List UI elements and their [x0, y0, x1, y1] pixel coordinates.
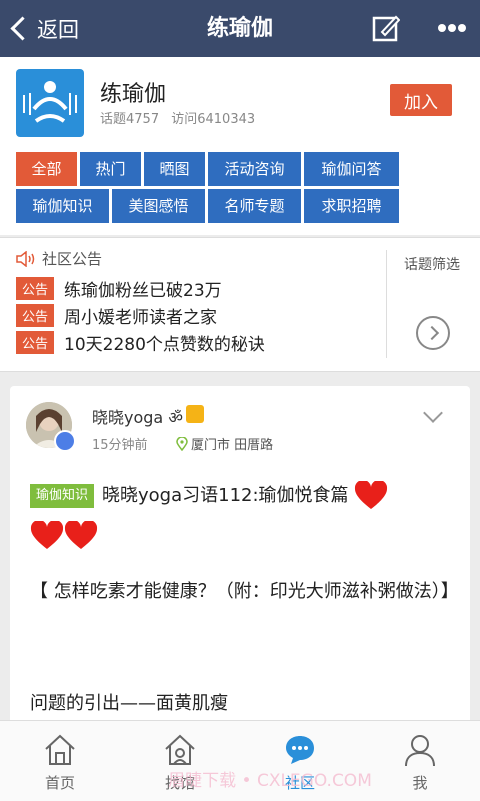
heart-icon — [30, 521, 64, 549]
tab-insights[interactable]: 美图感悟 — [112, 189, 205, 223]
location-text: 厦门市 田厝路 — [191, 438, 274, 453]
heart-icon — [64, 521, 98, 549]
notice-badge: 公告 — [16, 304, 55, 327]
notice-badge: 公告 — [16, 277, 55, 300]
back-button[interactable]: 返回 — [8, 0, 79, 57]
speaker-icon — [16, 250, 35, 267]
back-label: 返回 — [37, 17, 79, 42]
post-body-line: 问题的引出——面黄肌瘦 — [30, 693, 228, 714]
notice-text: 练瑜伽粉丝已破23万 — [64, 281, 222, 301]
community-notice: 社区公告 公告 练瑜伽粉丝已破23万 公告 周小媛老师读者之家 公告 10天22… — [0, 237, 480, 372]
user-badge-icon — [54, 430, 76, 452]
edit-icon[interactable] — [372, 14, 400, 42]
nav-label: 首页 — [44, 774, 75, 792]
location-pin-icon — [176, 436, 188, 451]
notice-badge: 公告 — [16, 331, 55, 354]
username-text: 晓晓yoga — [92, 408, 164, 427]
notice-item[interactable]: 公告 10天2280个点赞数的秘诀 — [16, 330, 265, 355]
join-button[interactable]: 加入 — [390, 84, 452, 116]
tab-qa[interactable]: 瑜伽问答 — [304, 152, 399, 186]
crown-icon — [186, 405, 204, 423]
post-body-line: 【 怎样吃素才能健康？（附：印光大师滋补粥做法）】 — [30, 581, 459, 602]
notice-text: 10天2280个点赞数的秘诀 — [64, 335, 265, 355]
topic-filter-label[interactable]: 话题筛选 — [404, 254, 460, 274]
watermark: 眉睫下载 • CXLEGO.COM — [168, 771, 372, 791]
post-title-text: 晓晓yoga习语112:瑜伽悦食篇 — [102, 485, 349, 506]
chevron-down-icon[interactable] — [423, 403, 443, 423]
divider — [386, 250, 387, 358]
tab-hot[interactable]: 热门 — [80, 152, 141, 186]
chevron-left-icon — [10, 16, 35, 41]
tab-masters[interactable]: 名师专题 — [208, 189, 301, 223]
tab-jobs[interactable]: 求职招聘 — [304, 189, 399, 223]
top-bar: 练瑜伽 返回 — [0, 0, 480, 57]
post-body: 【 怎样吃素才能健康？（附：印光大师滋补粥做法）】 问题的引出——面黄肌瘦 — [30, 576, 459, 720]
tab-knowledge[interactable]: 瑜伽知识 — [16, 189, 109, 223]
nav-home[interactable]: 首页 — [0, 721, 120, 801]
post-tag: 瑜伽知识 — [30, 484, 95, 508]
om-icon: ॐ — [163, 408, 183, 427]
chevron-right-icon[interactable] — [416, 316, 450, 350]
post-card[interactable]: 晓晓yoga ॐ 15分钟前 厦门市 田厝路 瑜伽知识 晓晓yoga习语112:瑜… — [10, 386, 470, 726]
tab-photos[interactable]: 晒图 — [144, 152, 205, 186]
notice-title: 社区公告 — [42, 250, 103, 268]
post-title[interactable]: 瑜伽知识 晓晓yoga习语112:瑜伽悦食篇 — [30, 476, 450, 556]
notice-item[interactable]: 公告 练瑜伽粉丝已破23万 — [16, 276, 222, 301]
community-logo — [16, 69, 84, 137]
notice-item[interactable]: 公告 周小媛老师读者之家 — [16, 303, 217, 328]
username[interactable]: 晓晓yoga ॐ — [92, 404, 183, 428]
chat-bubble-icon — [286, 736, 314, 764]
community-name: 练瑜伽 — [100, 82, 167, 107]
tab-all[interactable]: 全部 — [16, 152, 77, 186]
heart-icon — [355, 481, 388, 509]
studio-icon — [165, 734, 195, 765]
community-header: 练瑜伽 话题4757 访问6410343 加入 全部 热门 晒图 活动咨询 瑜伽… — [0, 57, 480, 235]
tab-events[interactable]: 活动咨询 — [208, 152, 301, 186]
notice-header: 社区公告 — [16, 248, 102, 269]
community-stats: 话题4757 访问6410343 — [100, 108, 263, 127]
user-icon — [405, 735, 435, 767]
post-location: 厦门市 田厝路 — [176, 434, 273, 453]
home-icon — [45, 734, 75, 765]
visit-count: 访问6410343 — [171, 112, 256, 127]
more-icon[interactable] — [438, 20, 466, 36]
notice-text: 周小媛老师读者之家 — [64, 308, 218, 328]
post-time: 15分钟前 — [92, 438, 148, 453]
topic-count: 话题4757 — [100, 112, 160, 127]
